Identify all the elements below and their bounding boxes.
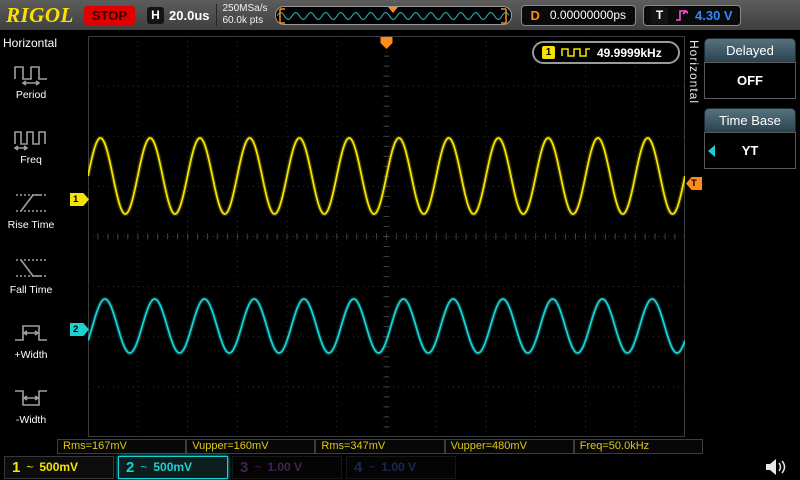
chevron-left-icon	[708, 145, 715, 157]
timebase-label: Time Base	[704, 108, 796, 132]
delay-readout: D 0.00000000ps	[521, 5, 636, 26]
h-label: H	[147, 7, 164, 24]
measure-item-rise-time[interactable]: Rise Time	[0, 184, 62, 249]
measurement-vupper1: Vupper=160mV	[186, 439, 315, 454]
waveform-preview-strip[interactable]	[275, 6, 512, 25]
trigger-marker-label: T	[691, 178, 697, 189]
right-menu-tab-title: Horizontal	[687, 40, 701, 104]
delay-label: D	[531, 8, 540, 23]
channel2-scale: 500mV	[153, 460, 192, 474]
rigol-logo: RIGOL	[6, 3, 74, 28]
divider	[216, 4, 217, 26]
measurement-results-bar: Rms=167mV Vupper=160mV Rms=347mV Vupper=…	[57, 439, 703, 454]
measure-item-fall-time[interactable]: Fall Time	[0, 249, 62, 314]
channel-status-bar: 1 ~ 500mV 2 ~ 500mV 3 ~ 1.00 V 4 ~ 1.00 …	[0, 454, 800, 480]
rise-time-icon	[13, 190, 49, 216]
channel2-status-box[interactable]: 2 ~ 500mV	[118, 456, 228, 479]
delay-value: 0.00000000ps	[550, 8, 626, 22]
trigger-label: T	[651, 7, 668, 24]
delayed-toggle-button[interactable]: OFF	[704, 62, 796, 99]
measurement-vupper2: Vupper=480mV	[445, 439, 574, 454]
trigger-level-marker[interactable]: T	[686, 177, 702, 190]
delayed-value: OFF	[737, 73, 763, 88]
measure-shortcut-menu: Period Freq Rise Time Fall Time	[0, 54, 62, 444]
trigger-level-value: 4.30 V	[695, 8, 733, 23]
measurement-freq: Freq=50.0kHz	[574, 439, 703, 454]
measure-item-freq[interactable]: Freq	[0, 119, 62, 184]
channel1-coupling-icon: ~	[26, 460, 33, 474]
channel2-coupling-icon: ~	[140, 460, 147, 474]
minus-width-icon	[13, 385, 49, 411]
channel2-marker-label: 2	[73, 324, 78, 335]
channel2-level-marker[interactable]: 2	[70, 323, 89, 336]
freq-icon	[13, 125, 49, 151]
measure-item-minus-width[interactable]: -Width	[0, 379, 62, 444]
horizontal-status: H 20.0us	[147, 7, 209, 24]
sample-rate: 250MSa/s	[223, 3, 268, 16]
left-menu-title: Horizontal	[3, 36, 57, 50]
oscilloscope-screen: RIGOL STOP H 20.0us 250MSa/s 60.0k pts D…	[0, 0, 800, 480]
timebase-mode-button[interactable]: YT	[704, 132, 796, 169]
fall-time-icon	[13, 255, 49, 281]
horizontal-softkey-menu: Delayed OFF Time Base YT	[704, 38, 796, 178]
channel4-scale: 1.00 V	[381, 460, 416, 474]
trigger-slope-icon	[675, 8, 688, 22]
channel4-coupling-icon: ~	[368, 460, 375, 474]
channel1-status-box[interactable]: 1 ~ 500mV	[4, 456, 114, 479]
channel3-scale: 1.00 V	[267, 460, 302, 474]
timebase-mode-value: YT	[742, 143, 759, 158]
period-icon	[13, 60, 49, 86]
channel3-coupling-icon: ~	[254, 460, 261, 474]
speaker-icon[interactable]	[764, 458, 788, 476]
measure-item-label: Freq	[20, 154, 42, 166]
measure-item-label: -Width	[16, 414, 46, 426]
channel1-marker-label: 1	[73, 194, 78, 205]
channel1-level-marker[interactable]: 1	[70, 193, 89, 206]
counter-source-chip: 1	[542, 46, 555, 59]
square-wave-icon	[561, 46, 591, 59]
channel3-status-box[interactable]: 3 ~ 1.00 V	[232, 456, 342, 479]
timebase-value: 20.0us	[169, 8, 209, 23]
measurement-rms1: Rms=167mV	[57, 439, 186, 454]
measure-item-label: Rise Time	[8, 219, 55, 231]
channel1-number: 1	[12, 459, 20, 476]
channel4-status-box[interactable]: 4 ~ 1.00 V	[346, 456, 456, 479]
measure-item-plus-width[interactable]: +Width	[0, 314, 62, 379]
waveform-display	[88, 36, 685, 437]
top-status-bar: RIGOL STOP H 20.0us 250MSa/s 60.0k pts D…	[0, 0, 800, 30]
frequency-counter-badge: 1 49.9999kHz	[532, 41, 680, 64]
acquisition-info: 250MSa/s 60.0k pts	[223, 3, 268, 28]
channel3-number: 3	[240, 459, 248, 476]
measure-item-label: Fall Time	[10, 284, 53, 296]
measure-item-period[interactable]: Period	[0, 54, 62, 119]
measurement-rms2: Rms=347mV	[315, 439, 444, 454]
trigger-readout: T 4.30 V	[643, 5, 741, 26]
memory-window-preview	[277, 7, 511, 25]
counter-value: 49.9999kHz	[597, 46, 662, 60]
channel2-number: 2	[126, 459, 134, 476]
plus-width-icon	[13, 320, 49, 346]
delayed-label: Delayed	[704, 38, 796, 62]
run-state-badge: STOP	[84, 6, 135, 25]
measure-item-label: Period	[16, 89, 46, 101]
memory-depth: 60.0k pts	[223, 15, 268, 28]
measure-item-label: +Width	[15, 349, 48, 361]
channel4-number: 4	[354, 459, 362, 476]
channel1-scale: 500mV	[39, 460, 78, 474]
